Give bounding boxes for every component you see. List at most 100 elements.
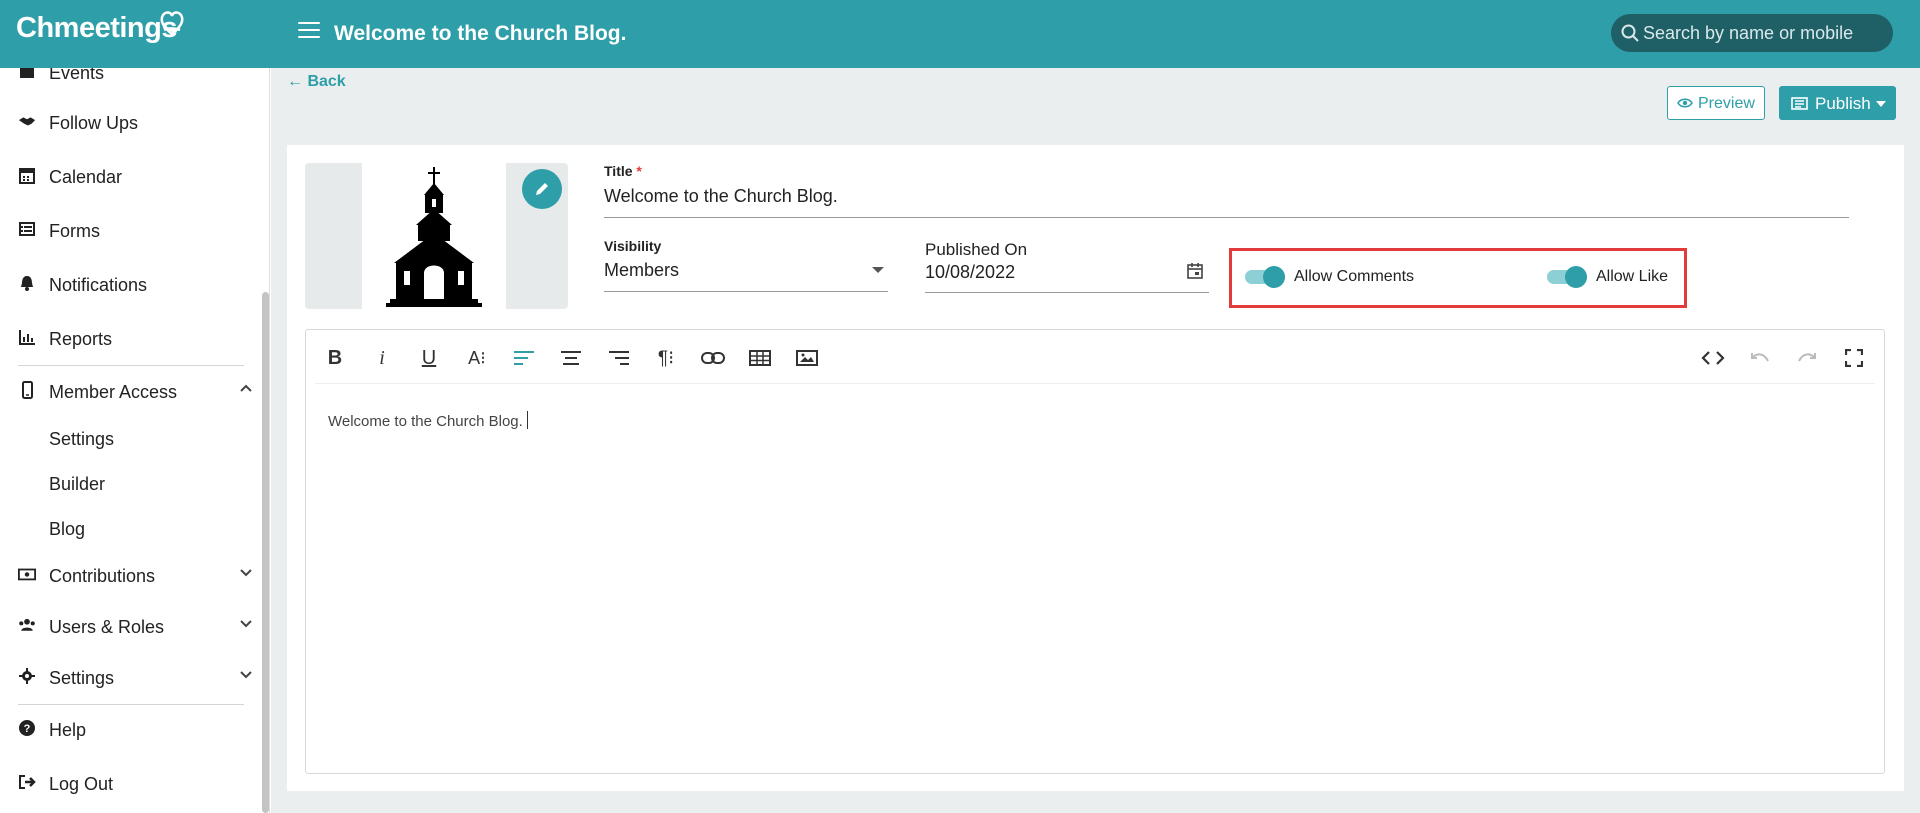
align-left-icon[interactable] (510, 344, 538, 372)
title-field[interactable]: Welcome to the Church Blog. (604, 186, 838, 207)
sidebar-item-label: Forms (49, 221, 100, 241)
sidebar-item-contributions[interactable]: Contributions (18, 555, 253, 595)
allow-comments-toggle[interactable] (1245, 266, 1285, 288)
sidebar-item-label: Follow Ups (49, 113, 139, 133)
caret-down-icon (1876, 101, 1886, 107)
top-bar: Chmeetings Welcome to the Church Blog. S… (0, 0, 1920, 68)
title-label: Title * (604, 163, 642, 179)
align-center-icon[interactable] (557, 344, 585, 372)
sidebar-item-label: Help (49, 720, 87, 740)
sidebar-item-notifications[interactable]: Notifications (18, 264, 253, 304)
eye-icon (1677, 98, 1693, 108)
edit-image-button[interactable] (522, 169, 562, 209)
sidebar-subitem-blog[interactable]: Blog (49, 519, 85, 540)
undo-icon[interactable] (1746, 344, 1774, 372)
visibility-underline (604, 291, 888, 292)
editor-content[interactable]: Welcome to the Church Blog. (328, 411, 528, 430)
form-icon (19, 222, 35, 236)
search-icon (1621, 24, 1639, 42)
dropdown-caret-icon[interactable] (872, 267, 884, 273)
rich-text-editor (305, 329, 1885, 774)
code-view-icon[interactable] (1699, 344, 1727, 372)
redo-icon[interactable] (1793, 344, 1821, 372)
back-link[interactable]: ← Back (287, 73, 346, 91)
sidebar-item-follow-ups[interactable]: Follow Ups (18, 102, 253, 142)
underline-icon[interactable]: U (415, 344, 443, 372)
calendar-event-icon (20, 68, 34, 78)
logo-text: Chmeetings (16, 12, 177, 44)
sidebar-item-settings[interactable]: Settings (18, 657, 253, 697)
sidebar-item-help[interactable]: ? Help (18, 709, 253, 749)
svg-text:?: ? (24, 723, 31, 735)
align-right-icon[interactable] (605, 344, 633, 372)
sidebar-subitem-settings[interactable]: Settings (49, 429, 114, 450)
sidebar-item-label: Contributions (49, 566, 156, 586)
sidebar-divider (18, 365, 244, 366)
search-input[interactable]: Search by name or mobile (1611, 14, 1893, 52)
sidebar-item-member-access[interactable]: Member Access (18, 371, 253, 411)
sidebar-item-calendar[interactable]: Calendar (18, 156, 253, 196)
sidebar-item-label: Notifications (49, 275, 148, 295)
chart-icon (19, 330, 35, 345)
published-label: Published On (925, 240, 1028, 259)
toggle-knob (1263, 266, 1285, 288)
toggle-knob (1565, 266, 1587, 288)
handshake-icon (18, 117, 36, 126)
font-size-icon[interactable]: A⁝ (463, 344, 491, 372)
publish-button[interactable]: Publish (1779, 86, 1896, 120)
editor-toolbar-divider (315, 383, 1875, 384)
visibility-label: Visibility (604, 238, 662, 254)
calendar-icon (19, 168, 35, 184)
fullscreen-icon[interactable] (1840, 344, 1868, 372)
sidebar-item-forms[interactable]: Forms (18, 210, 253, 250)
sidebar-item-label: Calendar (49, 167, 123, 187)
menu-toggle-icon[interactable] (298, 22, 320, 40)
paragraph-icon[interactable]: ¶⁝ (652, 344, 680, 372)
sidebar-item-reports[interactable]: Reports (18, 318, 253, 358)
allow-comments-label: Allow Comments (1294, 268, 1415, 285)
sidebar-item-label: Settings (49, 668, 115, 688)
gear-icon (19, 668, 35, 684)
sidebar-scrollbar[interactable] (262, 292, 269, 813)
logo-heart-icon (160, 11, 184, 36)
allow-like-label: Allow Like (1596, 268, 1669, 285)
sidebar-subitem-builder[interactable]: Builder (49, 474, 105, 495)
allow-like-toggle[interactable] (1547, 266, 1587, 288)
preview-button[interactable]: Preview (1667, 86, 1765, 120)
link-icon[interactable] (699, 344, 727, 372)
italic-icon[interactable]: i (368, 344, 396, 372)
published-underline (925, 292, 1209, 293)
chevron-down-icon (240, 671, 252, 679)
table-icon[interactable] (746, 344, 774, 372)
bell-icon (21, 276, 33, 291)
blog-image (362, 163, 506, 309)
pencil-icon (536, 183, 548, 195)
app-logo[interactable]: Chmeetings (16, 11, 184, 45)
mobile-icon (22, 381, 33, 399)
chevron-up-icon (240, 384, 252, 392)
sidebar-item-events[interactable]: Events (18, 68, 253, 92)
sidebar-item-label: Log Out (49, 774, 114, 794)
sidebar-item-log-out[interactable]: Log Out (18, 763, 253, 803)
sidebar-divider (18, 704, 244, 705)
sidebar-item-label: Reports (49, 329, 113, 349)
image-icon[interactable] (793, 344, 821, 372)
text-cursor (526, 411, 528, 429)
page-title: Welcome to the Church Blog. (334, 22, 627, 45)
required-mark: * (636, 163, 642, 179)
search-placeholder: Search by name or mobile (1643, 23, 1854, 43)
money-icon (18, 568, 36, 581)
back-label: Back (307, 73, 346, 90)
sidebar-item-label: Events (49, 68, 105, 83)
calendar-picker-icon[interactable] (1186, 262, 1204, 280)
visibility-select[interactable]: Members (604, 260, 679, 281)
bold-icon[interactable]: B (321, 344, 349, 372)
title-underline (604, 217, 1849, 218)
sidebar: Events Follow Ups Calendar Forms Notific… (0, 68, 270, 813)
editor-content-text: Welcome to the Church Blog. (328, 413, 523, 430)
chevron-down-icon (240, 569, 252, 577)
published-date-field[interactable]: 10/08/2022 (925, 262, 1015, 283)
newspaper-icon (1791, 97, 1808, 110)
sidebar-item-users-roles[interactable]: Users & Roles (18, 606, 253, 646)
sidebar-item-label: Member Access (49, 382, 178, 402)
